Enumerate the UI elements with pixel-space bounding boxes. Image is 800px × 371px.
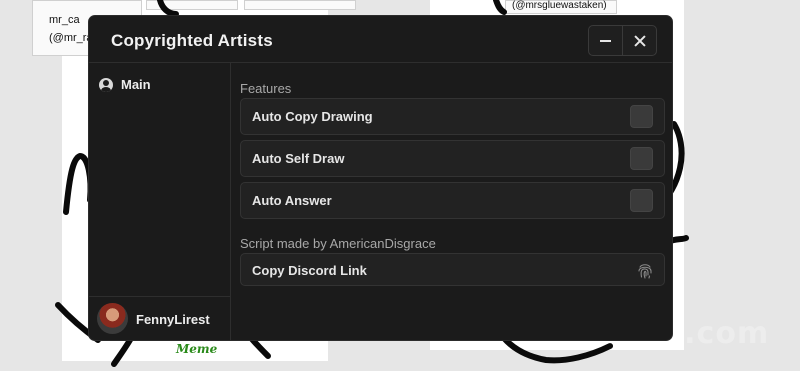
username: FennyLirest (136, 312, 210, 327)
fingerprint-icon (638, 264, 652, 279)
title-bar[interactable]: Copyrighted Artists (89, 16, 672, 63)
script-window: Copyrighted Artists Main FennyLirest Fea… (88, 15, 673, 341)
minus-icon (600, 39, 611, 42)
auto-answer-toggle[interactable] (630, 189, 653, 212)
window-title: Copyrighted Artists (111, 31, 273, 50)
feature-row-auto-answer[interactable]: Auto Answer (240, 182, 665, 219)
feature-row-auto-copy-drawing[interactable]: Auto Copy Drawing (240, 98, 665, 135)
close-button[interactable] (622, 26, 656, 55)
copy-discord-link-button[interactable]: Copy Discord Link (240, 253, 665, 286)
features-heading: Features (240, 81, 292, 96)
feature-label: Auto Copy Drawing (252, 109, 373, 124)
close-icon (634, 35, 646, 47)
sidebar-item-main[interactable]: Main (99, 77, 151, 92)
user-profile: FennyLirest (89, 296, 231, 340)
sidebar: Main FennyLirest (89, 63, 231, 340)
auto-self-draw-toggle[interactable] (630, 147, 653, 170)
meme-text: Meme (176, 342, 218, 356)
minimize-button[interactable] (589, 26, 622, 55)
auto-copy-drawing-toggle[interactable] (630, 105, 653, 128)
avatar (97, 303, 128, 334)
window-controls (588, 25, 657, 56)
user-circle-icon (99, 77, 113, 92)
main-content: Features Auto Copy Drawing Auto Self Dra… (232, 63, 672, 340)
feature-label: Auto Self Draw (252, 151, 345, 166)
feature-row-auto-self-draw[interactable]: Auto Self Draw (240, 140, 665, 177)
credit-heading: Script made by AmericanDisgrace (240, 236, 436, 251)
button-label: Copy Discord Link (252, 263, 367, 278)
feature-label: Auto Answer (252, 193, 332, 208)
sidebar-item-label: Main (121, 77, 151, 92)
